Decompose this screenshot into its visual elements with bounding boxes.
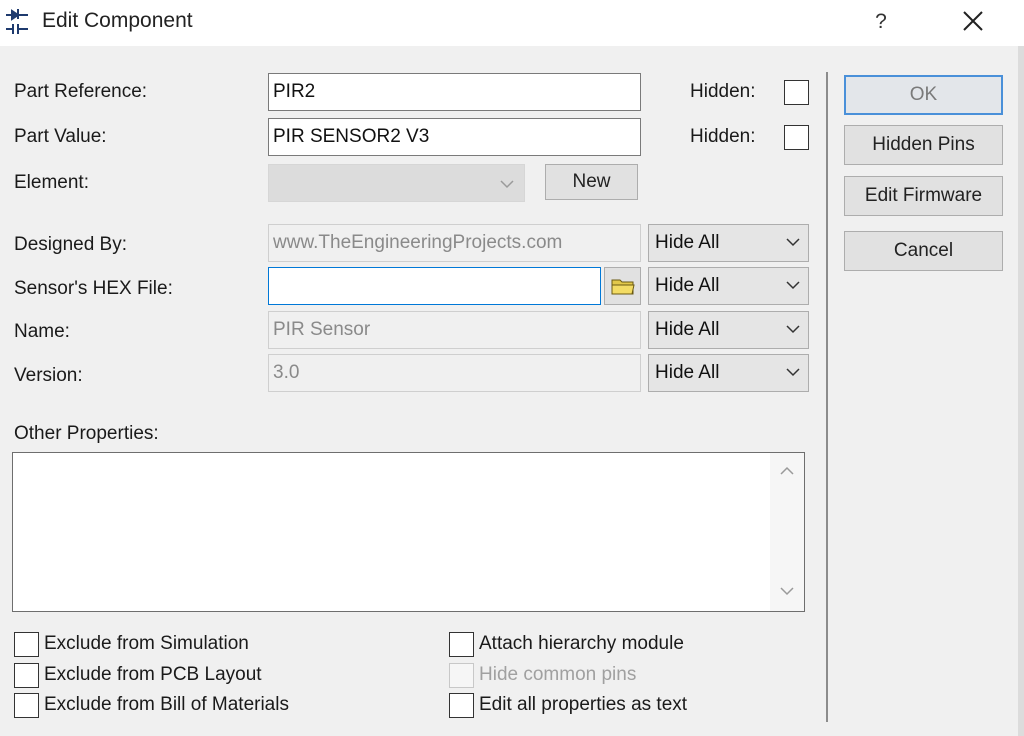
edit-firmware-button[interactable]: Edit Firmware [844, 176, 1003, 216]
hex-file-visibility-select[interactable]: Hide All [648, 267, 809, 305]
name-visibility-select[interactable]: Hide All [648, 311, 809, 349]
edit-as-text-label: Edit all properties as text [479, 694, 688, 715]
element-select [268, 164, 525, 202]
version-visibility-value: Hide All [655, 362, 720, 383]
designed-by-visibility-select[interactable]: Hide All [648, 224, 809, 262]
exclude-simulation-label: Exclude from Simulation [44, 633, 249, 654]
vertical-scrollbar[interactable] [770, 453, 804, 611]
component-icon [4, 7, 34, 37]
browse-button[interactable] [604, 267, 641, 305]
window-edge [1018, 46, 1024, 736]
part-value-input[interactable] [268, 118, 641, 156]
designed-by-field: www.TheEngineeringProjects.com [268, 224, 641, 262]
hex-file-visibility-value: Hide All [655, 275, 720, 296]
chevron-down-icon [786, 281, 800, 290]
cancel-button[interactable]: Cancel [844, 231, 1003, 271]
close-icon [963, 11, 983, 31]
exclude-bom-checkbox[interactable] [14, 693, 39, 718]
exclude-pcb-label: Exclude from PCB Layout [44, 664, 262, 685]
part-value-label: Part Value: [14, 126, 107, 147]
part-value-hidden-checkbox[interactable] [784, 125, 809, 150]
hex-file-input[interactable] [268, 267, 601, 305]
name-visibility-value: Hide All [655, 319, 720, 340]
version-visibility-select[interactable]: Hide All [648, 354, 809, 392]
designed-by-label: Designed By: [14, 234, 128, 255]
chevron-down-icon [786, 325, 800, 334]
attach-hierarchy-checkbox[interactable] [449, 632, 474, 657]
hide-common-pins-checkbox [449, 663, 474, 688]
chevron-down-icon [786, 368, 800, 377]
exclude-pcb-checkbox[interactable] [14, 663, 39, 688]
version-label: Version: [14, 365, 83, 386]
chevron-down-icon [500, 180, 514, 189]
vertical-divider [826, 72, 828, 722]
ok-button[interactable]: OK [844, 75, 1003, 115]
part-reference-label: Part Reference: [14, 81, 148, 102]
part-reference-input[interactable] [268, 73, 641, 111]
other-properties-textarea[interactable] [12, 452, 805, 612]
other-properties-label: Other Properties: [14, 423, 159, 444]
window-title: Edit Component [42, 9, 193, 32]
close-button[interactable] [952, 4, 994, 40]
version-field: 3.0 [268, 354, 641, 392]
hex-file-label: Sensor's HEX File: [14, 278, 173, 299]
scroll-up-icon[interactable] [780, 465, 794, 477]
attach-hierarchy-label: Attach hierarchy module [479, 633, 684, 654]
hide-common-pins-label: Hide common pins [479, 664, 637, 685]
name-field: PIR Sensor [268, 311, 641, 349]
name-label: Name: [14, 321, 70, 342]
folder-icon [611, 279, 635, 295]
exclude-simulation-checkbox[interactable] [14, 632, 39, 657]
designed-by-visibility-value: Hide All [655, 232, 720, 253]
scroll-down-icon[interactable] [780, 585, 794, 597]
exclude-bom-label: Exclude from Bill of Materials [44, 694, 289, 715]
hidden-pins-button[interactable]: Hidden Pins [844, 125, 1003, 165]
element-new-button[interactable]: New [545, 164, 638, 200]
part-reference-hidden-checkbox[interactable] [784, 80, 809, 105]
part-reference-hidden-label: Hidden: [690, 81, 756, 102]
chevron-down-icon [786, 238, 800, 247]
element-label: Element: [14, 172, 89, 193]
part-value-hidden-label: Hidden: [690, 126, 756, 147]
edit-as-text-checkbox[interactable] [449, 693, 474, 718]
help-button[interactable]: ? [864, 6, 898, 38]
